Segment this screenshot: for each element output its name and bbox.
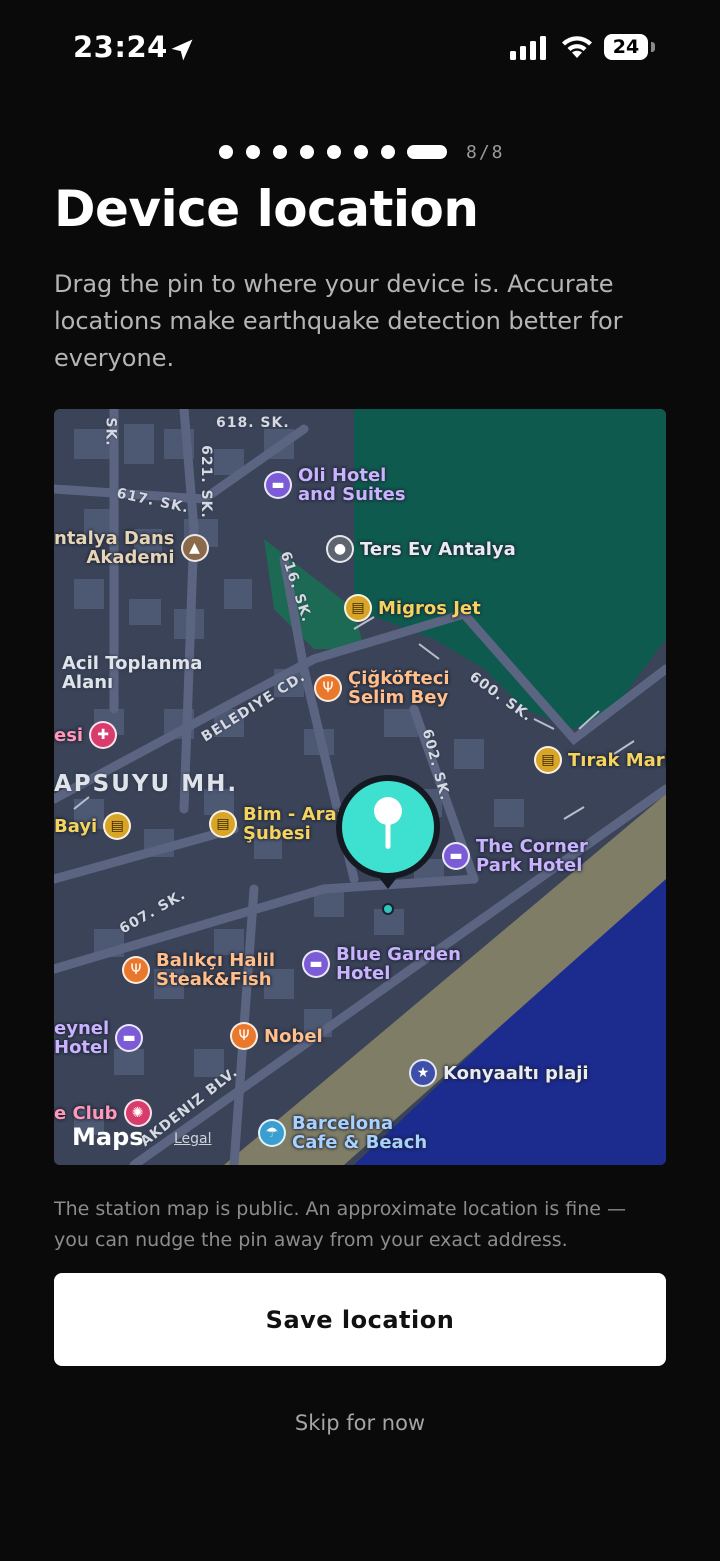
map-poi[interactable]: ★ Konyaaltı plaji [409,1059,589,1087]
page-title: Device location [54,180,479,238]
hotel-icon: ▬ [302,950,330,978]
map-poi[interactable]: ▤ Migros Jet [344,594,481,622]
shopping-basket-icon: ▤ [534,746,562,774]
map-poi[interactable]: ▤ Tırak Mark [534,746,666,774]
map-poi[interactable]: ● Ters Ev Antalya [326,535,516,563]
legal-link[interactable]: Legal [174,1131,212,1147]
progress-dot [300,145,314,159]
hotel-icon: ▬ [442,842,470,870]
location-map[interactable]: 618. SK. 617. SK. 621. SK. 616. SK. 600.… [54,409,666,1165]
progress-dot-active [407,145,447,159]
progress-dot [219,145,233,159]
landmark-icon: ● [326,535,354,563]
street-label: SK. [102,417,119,447]
status-bar: 23:24 24 [0,0,720,100]
pin-target-dot [382,903,394,915]
map-poi[interactable]: ▤ Bim - Arap Şubesi [209,805,350,843]
pharmacy-icon: ✚ [89,721,118,749]
location-pin[interactable] [334,771,442,915]
fork-knife-icon: Ψ [314,674,342,702]
area-label: Acil Toplanma Alanı [62,653,203,693]
apple-maps-logo: Maps [72,1123,144,1151]
cellular-signal-icon [510,36,546,60]
map-poi[interactable]: eynel Hotel ▬ [54,1019,144,1057]
map-poi[interactable]: Ψ Balıkçı Halil Steak&Fish [122,951,275,989]
battery-level: 24 [612,36,640,58]
wifi-icon [562,36,592,58]
map-poi[interactable]: ▬ Oli Hotel and Suites [264,466,406,504]
progress-dot [354,145,368,159]
map-poi[interactable]: ntalya Dans Akademi ▲ [54,529,209,567]
hotel-icon: ▬ [115,1024,144,1052]
fork-knife-icon: Ψ [230,1022,258,1050]
save-location-button[interactable]: Save location [54,1273,666,1366]
progress-dot [246,145,260,159]
shopping-basket-icon: ▤ [344,594,372,622]
step-counter: 8/8 [466,142,505,163]
location-arrow-icon [171,39,193,61]
hotel-icon: ▬ [264,471,292,499]
district-label: APSUYU MH. [54,771,239,797]
progress-dot [327,145,341,159]
shopping-basket-icon: ▤ [103,812,132,840]
map-poi[interactable]: ☂ Barcelona Cafe & Beach [258,1114,427,1152]
map-poi[interactable]: esi ✚ [54,721,118,749]
progress-dot [273,145,287,159]
map-pin-icon [336,775,440,889]
page-description: Drag the pin to where your device is. Ac… [54,270,623,372]
map-poi[interactable]: Ψ Çiğköfteci Selim Bey [314,669,450,707]
street-label: 618. SK. [216,415,290,431]
graduation-cap-icon: ▲ [180,534,209,562]
skip-button[interactable]: Skip for now [0,1410,720,1436]
map-poi[interactable]: Bayi ▤ [54,812,132,840]
status-time: 23:24 [73,30,168,64]
map-poi[interactable]: ▬ The Corner Park Hotel [442,837,588,875]
map-poi[interactable]: ▬ Blue Garden Hotel [302,945,461,983]
fork-knife-icon: Ψ [122,956,150,984]
beach-umbrella-icon: ☂ [258,1119,286,1147]
progress-dot [381,145,395,159]
privacy-note: The station map is public. An approximat… [54,1198,627,1251]
star-icon: ★ [409,1059,437,1087]
battery-icon: 24 [604,34,656,62]
map-poi[interactable]: Ψ Nobel [230,1022,323,1050]
onboarding-progress: 8/8 [0,142,720,163]
shopping-basket-icon: ▤ [209,810,237,838]
street-label: 621. SK. [197,445,214,519]
